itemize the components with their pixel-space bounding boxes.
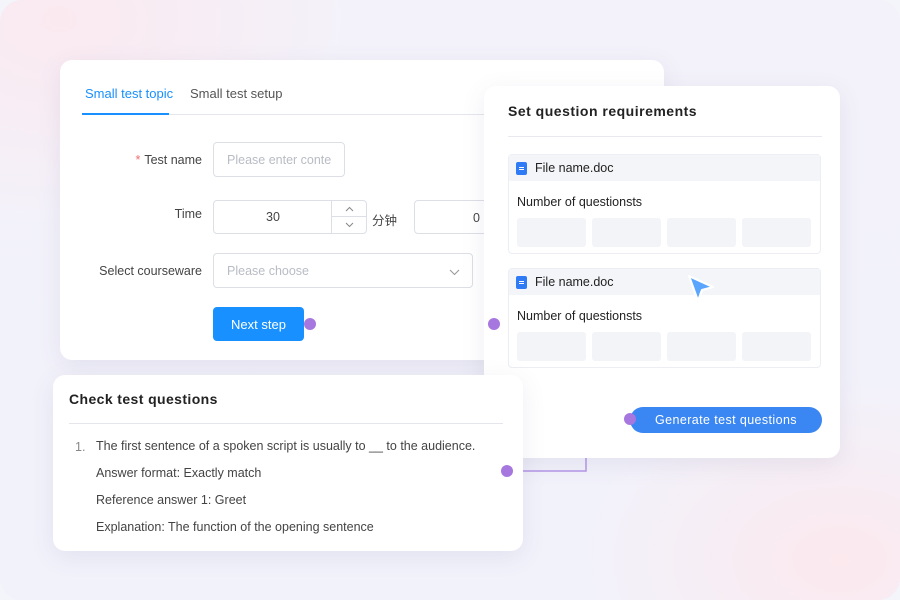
reference-answer: Reference answer 1: Greet xyxy=(96,493,247,507)
number-of-questions-label: Number of questionsts xyxy=(517,309,643,323)
file-block: File name.doc Number of questionsts xyxy=(508,154,821,254)
answer-format: Answer format: Exactly match xyxy=(96,466,262,480)
check-questions-card: Check test questions 1. The first senten… xyxy=(53,375,523,551)
question-count-field[interactable] xyxy=(592,218,661,247)
courseware-label: Select courseware xyxy=(99,264,202,278)
chevron-up-icon[interactable] xyxy=(332,201,366,217)
tab-small-test-setup[interactable]: Small test setup xyxy=(190,86,283,101)
active-tab-indicator xyxy=(82,113,169,115)
requirements-title: Set question requirements xyxy=(508,103,698,119)
courseware-placeholder: Please choose xyxy=(227,264,310,278)
tab-small-test-topic[interactable]: Small test topic xyxy=(85,86,173,101)
question-requirements-card: Set question requirements File name.doc … xyxy=(484,86,840,458)
doc-file-icon xyxy=(516,275,527,289)
file-name: File name.doc xyxy=(535,161,614,175)
file-block: File name.doc Number of questionsts xyxy=(508,268,821,368)
next-step-button[interactable]: Next step xyxy=(213,307,304,341)
divider xyxy=(69,423,503,424)
time-second-value: 0 xyxy=(473,211,480,225)
number-of-questions-label: Number of questionsts xyxy=(517,195,643,209)
question-count-field[interactable] xyxy=(667,218,736,247)
connector-dot xyxy=(624,413,636,425)
stepper-controls xyxy=(331,201,366,233)
file-header: File name.doc xyxy=(509,155,820,181)
connector-dot xyxy=(501,465,513,477)
explanation: Explanation: The function of the opening… xyxy=(96,520,374,534)
required-mark: * xyxy=(135,153,141,167)
test-name-input[interactable]: Please enter conte xyxy=(213,142,345,177)
time-label: Time xyxy=(174,207,202,221)
question-count-field[interactable] xyxy=(517,332,586,361)
doc-file-icon xyxy=(516,161,527,175)
courseware-select[interactable]: Please choose xyxy=(213,253,473,288)
question-count-field[interactable] xyxy=(667,332,736,361)
chevron-down-icon[interactable] xyxy=(332,217,366,233)
time-unit: 分钟 xyxy=(372,214,398,228)
time-value: 30 xyxy=(266,210,280,224)
question-count-field[interactable] xyxy=(742,332,811,361)
generate-test-questions-button[interactable]: Generate test questions xyxy=(630,407,822,433)
select-chevron-down-icon xyxy=(449,265,460,279)
check-title: Check test questions xyxy=(69,391,218,407)
question-count-field[interactable] xyxy=(517,218,586,247)
connector-dot xyxy=(488,318,500,330)
file-header: File name.doc xyxy=(509,269,820,295)
question-count-field[interactable] xyxy=(592,332,661,361)
question-count-field[interactable] xyxy=(742,218,811,247)
question-number: 1. xyxy=(75,440,86,454)
pointer-cursor-icon xyxy=(686,274,716,309)
question-text: The first sentence of a spoken script is… xyxy=(96,439,476,453)
test-name-placeholder: Please enter conte xyxy=(227,153,332,167)
test-name-label: * Test name xyxy=(135,153,202,167)
file-name: File name.doc xyxy=(535,275,614,289)
divider xyxy=(508,136,822,137)
time-stepper[interactable]: 30 xyxy=(213,200,367,234)
connector-dot xyxy=(304,318,316,330)
